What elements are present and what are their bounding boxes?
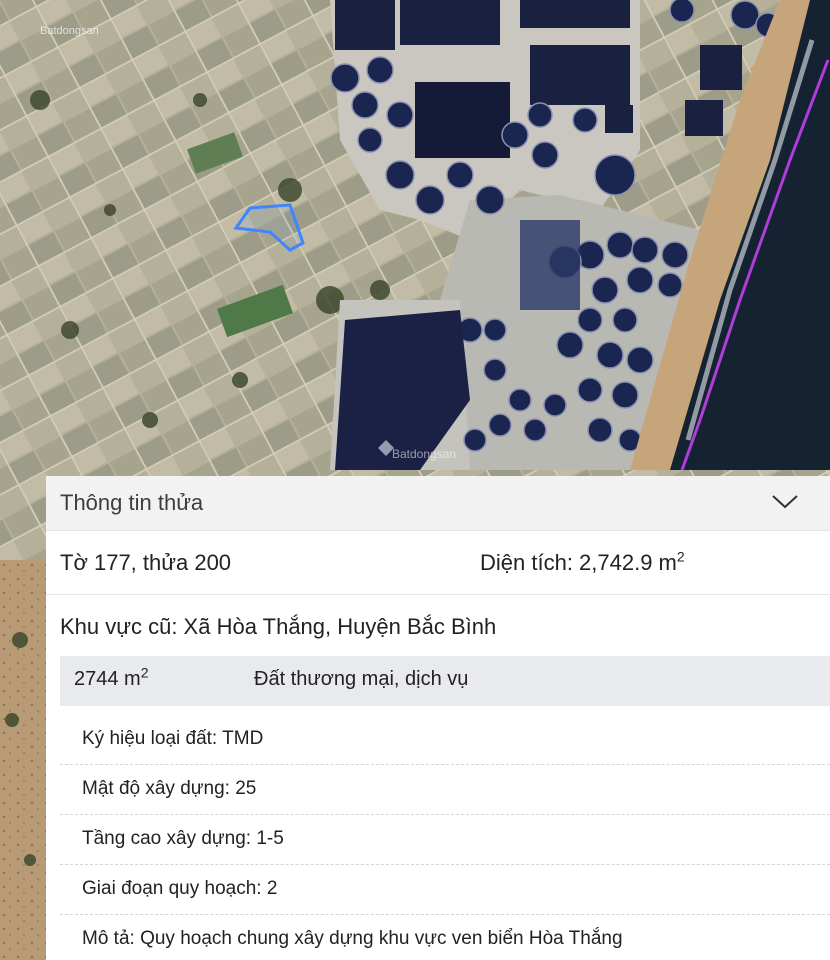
- detail-phase: Giai đoạn quy hoạch: 2: [82, 878, 278, 899]
- sand-strip: [0, 560, 48, 960]
- divider: [60, 764, 830, 765]
- old-region: Khu vực cũ: Xã Hòa Thắng, Huyện Bắc Bình: [60, 614, 497, 639]
- divider: [60, 814, 830, 815]
- parcel-info-panel: Thông tin thửa Tờ 177, thửa 200 Diện tíc…: [46, 476, 830, 960]
- area-value: Diện tích: 2,742.9 m2: [480, 548, 685, 575]
- zone-land-use: Đất thương mại, dịch vụ: [254, 668, 469, 690]
- sheet-parcel: Tờ 177, thửa 200: [60, 550, 232, 575]
- zone-area: 2744 m2: [74, 664, 149, 690]
- divider: [60, 914, 830, 915]
- detail-floors: Tầng cao xây dựng: 1-5: [82, 828, 284, 849]
- zone-row[interactable]: 2744 m2 Đất thương mại, dịch vụ: [60, 656, 830, 706]
- detail-land-code: Ký hiệu loại đất: TMD: [82, 728, 264, 749]
- panel-title: Thông tin thửa: [60, 490, 204, 515]
- chevron-down-icon[interactable]: [770, 490, 800, 512]
- detail-density: Mật độ xây dựng: 25: [82, 778, 257, 799]
- watermark-text: Batdongsan: [392, 447, 456, 461]
- detail-description: Mô tả: Quy hoạch chung xây dựng khu vực …: [82, 928, 623, 949]
- divider: [46, 594, 830, 595]
- panel-header[interactable]: Thông tin thửa: [46, 476, 830, 531]
- divider: [60, 864, 830, 865]
- watermark-text: Batdongsan: [40, 25, 99, 37]
